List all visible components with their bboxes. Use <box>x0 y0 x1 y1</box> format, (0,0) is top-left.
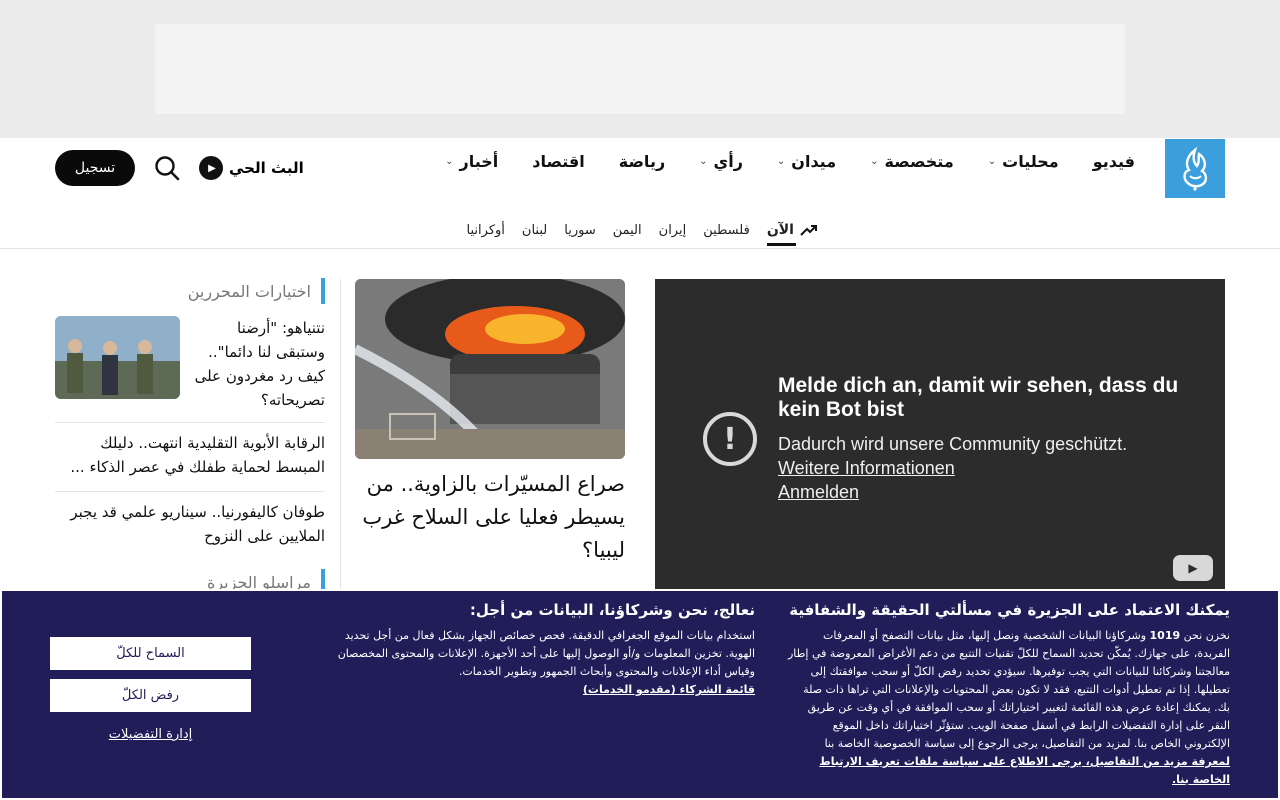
purposes-heading: نعالج، نحن وشركاؤنا، البيانات من أجل: <box>469 601 755 619</box>
nav-item-label: اقتصاد <box>532 152 585 171</box>
nav-item-economy[interactable]: اقتصاد <box>532 152 584 171</box>
subnav-item-iran[interactable]: إيران <box>659 223 687 238</box>
video-embed[interactable]: ! Melde dich an, damit wir sehen, dass d… <box>655 279 1225 590</box>
nav-item-label: رياضة <box>618 152 666 171</box>
ad-band <box>0 0 1280 138</box>
cookie-purposes-column: نعالج، نحن وشركاؤنا، البيانات من أجل: اس… <box>315 601 755 699</box>
cookie-consent-banner: يمكنك الاعتماد على الجزيرة في مسألتي الح… <box>0 589 1280 800</box>
nav-item-news[interactable]: أخبار ⌄ <box>445 152 498 171</box>
video-signin-subtitle: Dadurch wird unsere Community geschützt. <box>778 434 1128 454</box>
register-button[interactable]: تسجيل <box>55 150 135 186</box>
reject-all-button[interactable]: رفض الكلّ <box>50 679 251 712</box>
nav-item-local[interactable]: محليات ⌄ <box>988 152 1059 171</box>
aljazeera-logo[interactable] <box>1165 139 1225 198</box>
cookie-text: نخزن نحن 1019 وشركاؤنا البيانات الشخصية … <box>785 627 1230 789</box>
list-item[interactable]: الرقابة الأبوية التقليدية انتهت.. دليلك … <box>55 431 325 492</box>
ad-slot[interactable] <box>155 24 1125 114</box>
search-button[interactable] <box>153 154 181 182</box>
chevron-down-icon: ⌄ <box>987 156 997 167</box>
subnav-item-lebanon[interactable]: لبنان <box>522 223 547 238</box>
section-accent-bar <box>321 278 325 304</box>
cookie-heading: يمكنك الاعتماد على الجزيرة في مسألتي الح… <box>789 601 1230 619</box>
main-nav: أخبار ⌄ اقتصاد رياضة رأي ⌄ ميدان ⌄ متخصصة ⌄ … <box>445 152 1135 171</box>
signin-link[interactable]: Anmelden <box>778 482 859 503</box>
more-info-link[interactable]: Weitere Informationen <box>778 458 955 479</box>
live-stream-link[interactable]: ▶ البث الحي <box>199 156 304 180</box>
logo-mark-icon <box>1183 146 1208 191</box>
trending-icon <box>800 225 817 236</box>
trending-subnav: الآن فلسطين إيران اليمن سوريا لبنان أوكر… <box>467 214 818 246</box>
list-item[interactable]: نتنياهو: "أرضنا وستبقى لنا دائما".. كيف … <box>55 316 325 423</box>
subnav-now[interactable]: الآن <box>766 222 818 246</box>
feature-image[interactable] <box>355 279 625 459</box>
nav-item-label: متخصصة <box>884 152 954 171</box>
youtube-icon[interactable]: ▶ <box>1173 555 1213 581</box>
feature-title[interactable]: صراع المسيّرات بالزاوية.. من يسيطر فعليا… <box>355 468 625 567</box>
thumbnail-photo <box>55 316 180 399</box>
chevron-down-icon: ⌄ <box>776 156 786 167</box>
nav-item-label: رأي <box>713 152 743 171</box>
partners-list-link[interactable]: قائمة الشركاء (مقدمو الخدمات) <box>583 683 755 696</box>
nav-item-video[interactable]: فيديو <box>1093 152 1135 171</box>
chevron-down-icon: ⌄ <box>699 156 708 167</box>
list-item-title: طوفان كاليفورنيا.. سيناريو علمي قد يجبر … <box>70 503 325 545</box>
editors-picks-heading: اختيارات المحررين <box>188 278 325 304</box>
list-item[interactable]: طوفان كاليفورنيا.. سيناريو علمي قد يجبر … <box>55 500 325 560</box>
site-header: أخبار ⌄ اقتصاد رياضة رأي ⌄ ميدان ⌄ متخصصة ⌄ … <box>0 138 1280 249</box>
chevron-down-icon: ⌄ <box>445 156 454 167</box>
manage-preferences-link[interactable]: إدارة التفضيلات <box>50 727 251 742</box>
subnav-item-yemen[interactable]: اليمن <box>613 223 642 238</box>
editors-picks-label: اختيارات المحررين <box>187 281 311 301</box>
cookie-policy-link[interactable]: لمعرفة مزيد من التفاصيل، يرجى الاطلاع عل… <box>819 755 1230 786</box>
column-divider <box>340 279 341 590</box>
subnav-now-label: الآن <box>766 222 794 238</box>
cookie-text-part: نخزن نحن <box>1183 629 1230 642</box>
nav-item-midan[interactable]: ميدان ⌄ <box>777 152 836 171</box>
nav-item-label: أخبار <box>459 152 499 171</box>
list-item-title: الرقابة الأبوية التقليدية انتهت.. دليلك … <box>70 434 325 476</box>
thumbnail-image <box>55 316 180 399</box>
fire-tank-illustration <box>355 279 625 459</box>
video-signin-title: Melde dich an, damit wir sehen, dass du … <box>778 374 1179 421</box>
purposes-text: استخدام بيانات الموقع الجغرافي الدقيقة. … <box>337 629 755 678</box>
partner-count: 1019 <box>1149 629 1181 642</box>
alert-icon: ! <box>703 412 757 466</box>
nav-item-label: فيديو <box>1092 152 1135 171</box>
list-item-title: نتنياهو: "أرضنا وستبقى لنا دائما".. كيف … <box>194 319 325 409</box>
chevron-down-icon: ⌄ <box>870 156 879 167</box>
nav-item-label: ميدان <box>791 152 837 171</box>
subnav-item-ukraine[interactable]: أوكرانيا <box>467 223 505 238</box>
subnav-item-palestine[interactable]: فلسطين <box>703 223 750 238</box>
subnav-item-syria[interactable]: سوريا <box>564 223 595 238</box>
nav-item-specialized[interactable]: متخصصة ⌄ <box>870 152 954 171</box>
nav-item-opinion[interactable]: رأي ⌄ <box>699 152 743 171</box>
nav-item-label: محليات <box>1002 152 1059 171</box>
search-icon <box>155 156 180 181</box>
play-icon: ▶ <box>199 156 223 180</box>
allow-all-button[interactable]: السماح للكلّ <box>50 637 251 670</box>
nav-item-sport[interactable]: رياضة <box>619 152 665 171</box>
live-stream-label: البث الحي <box>229 159 304 177</box>
cookie-info-column: يمكنك الاعتماد على الجزيرة في مسألتي الح… <box>785 601 1230 789</box>
cookie-text-part: وشركاؤنا البيانات الشخصية ونصل إليها، مث… <box>787 629 1230 750</box>
